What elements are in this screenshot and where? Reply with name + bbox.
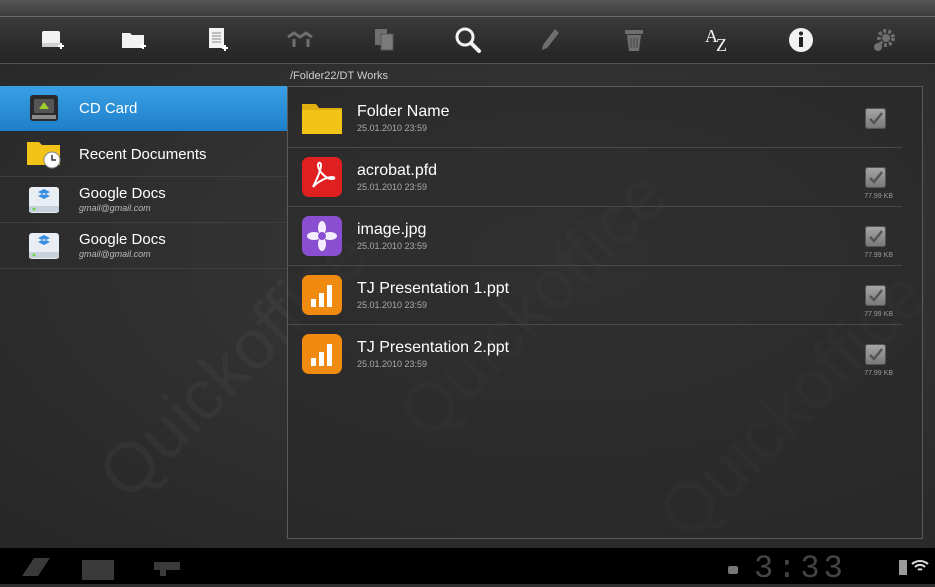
pdf-file-icon <box>302 157 342 197</box>
google-docs-drive-icon <box>29 233 59 259</box>
recent-apps-icon[interactable] <box>152 556 184 578</box>
file-date: 25.01.2010 23:59 <box>357 300 428 310</box>
checkmark-icon <box>869 112 883 125</box>
system-navbar: 3:33 <box>0 548 935 587</box>
file-name: Folder Name <box>357 103 450 120</box>
select-checkbox[interactable] <box>865 285 886 306</box>
info-button[interactable] <box>771 17 831 63</box>
checkmark-icon <box>869 348 883 361</box>
info-icon <box>789 28 813 52</box>
file-size: 77.99 KB <box>864 311 893 318</box>
file-size: 77.99 KB <box>864 370 893 377</box>
list-item[interactable]: acrobat.pfd 25.01.2010 23:59 77.99 KB <box>288 148 902 207</box>
file-list: Folder Name 25.01.2010 23:59 acrobat.pfd… <box>287 86 923 539</box>
checkmark-icon <box>869 230 883 243</box>
main-content: Quickoffice Quickoffice Quickoffice /Fol… <box>0 64 935 548</box>
copy-button[interactable] <box>354 17 414 63</box>
new-document-icon <box>209 28 228 51</box>
new-storage-button[interactable] <box>22 17 82 63</box>
status-strip <box>0 0 935 17</box>
sidebar-item-account: gmail@gmail.com <box>79 249 151 259</box>
list-item[interactable]: TJ Presentation 1.ppt 25.01.2010 23:59 7… <box>288 266 902 325</box>
rename-button[interactable] <box>521 17 581 63</box>
battery-icon <box>899 560 907 575</box>
toolbar: A Z <box>0 17 935 64</box>
new-folder-icon <box>122 33 146 49</box>
new-document-button[interactable] <box>188 17 248 63</box>
search-icon <box>455 27 481 53</box>
sidebar-item-label: Google Docs <box>79 185 166 202</box>
file-name: acrobat.pfd <box>357 162 438 179</box>
sidebar-item-account: gmail@gmail.com <box>79 203 151 213</box>
trash-icon <box>625 30 643 51</box>
sidebar-item-label: Google Docs <box>79 231 166 248</box>
select-checkbox[interactable] <box>865 226 886 247</box>
select-checkbox[interactable] <box>865 167 886 188</box>
back-icon[interactable] <box>20 556 52 578</box>
list-item[interactable]: image.jpg 25.01.2010 23:59 77.99 KB <box>288 207 902 266</box>
svg-text:Z: Z <box>716 35 727 54</box>
rename-pencil-icon <box>542 29 559 50</box>
file-date: 25.01.2010 23:59 <box>357 123 428 133</box>
sort-button[interactable]: A Z <box>688 17 748 63</box>
search-button[interactable] <box>438 17 498 63</box>
sidebar-item-google-docs-2[interactable]: Google Docs gmail@gmail.com <box>0 223 288 269</box>
home-icon[interactable] <box>80 556 116 580</box>
file-date: 25.01.2010 23:59 <box>357 241 428 251</box>
list-item[interactable]: Folder Name 25.01.2010 23:59 <box>288 89 902 148</box>
settings-button[interactable] <box>854 17 914 63</box>
sidebar-item-recent-documents[interactable]: Recent Documents <box>0 131 288 177</box>
sidebar-item-cd-card[interactable]: CD Card <box>0 86 288 131</box>
new-folder-button[interactable] <box>104 17 164 63</box>
new-storage-icon <box>42 31 64 49</box>
folder-icon <box>302 104 342 134</box>
presentation-file-icon <box>302 275 342 315</box>
file-date: 25.01.2010 23:59 <box>357 182 428 192</box>
select-checkbox[interactable] <box>865 108 886 129</box>
clock: 3:33 <box>754 550 847 587</box>
settings-gear-icon <box>874 29 895 51</box>
sidebar-item-google-docs-1[interactable]: Google Docs gmail@gmail.com <box>0 177 288 223</box>
google-docs-drive-icon <box>29 187 59 213</box>
sort-az-icon: A Z <box>705 26 727 54</box>
file-name: image.jpg <box>357 221 427 238</box>
android-debug-icon <box>728 566 738 574</box>
list-item[interactable]: TJ Presentation 2.ppt 25.01.2010 23:59 7… <box>288 325 902 383</box>
sidebar: CD Card Recent Documents Google Docs gma… <box>0 86 288 269</box>
copy-icon <box>375 29 394 51</box>
file-date: 25.01.2010 23:59 <box>357 359 428 369</box>
checkmark-icon <box>869 171 883 184</box>
presentation-file-icon <box>302 334 342 374</box>
file-name: TJ Presentation 2.ppt <box>357 339 510 356</box>
file-size: 77.99 KB <box>864 193 893 200</box>
recent-folder-icon <box>27 142 61 169</box>
move-icon <box>287 31 313 47</box>
checkmark-icon <box>869 289 883 302</box>
image-file-icon <box>302 216 342 256</box>
delete-button[interactable] <box>604 17 664 63</box>
file-name: TJ Presentation 1.ppt <box>357 280 510 297</box>
sidebar-item-label: CD Card <box>79 100 138 117</box>
file-size: 77.99 KB <box>864 252 893 259</box>
move-button[interactable] <box>271 17 331 63</box>
sidebar-item-label: Recent Documents <box>79 146 207 163</box>
wifi-icon <box>911 560 929 571</box>
breadcrumb: /Folder22/DT Works <box>290 70 389 82</box>
sd-card-icon <box>30 95 58 121</box>
select-checkbox[interactable] <box>865 344 886 365</box>
